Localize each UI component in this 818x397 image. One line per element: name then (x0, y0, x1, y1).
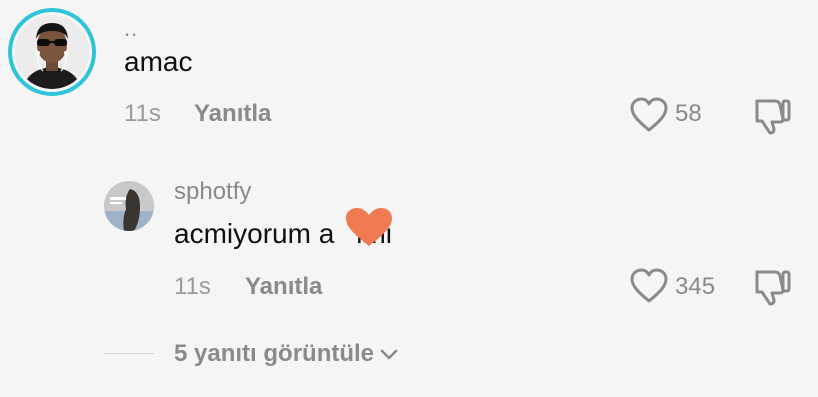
comment-text: amac (124, 46, 193, 77)
avatar-photo (15, 15, 89, 89)
heart-outline-icon[interactable] (630, 97, 668, 138)
heart-outline-icon[interactable] (630, 268, 668, 309)
reply-time: 11s (174, 273, 211, 300)
view-replies-button[interactable]: 5 yanıtı görüntüle (174, 340, 398, 368)
comment-time: 11s (124, 100, 161, 127)
thumbs-down-icon[interactable] (753, 97, 793, 140)
comment-username[interactable]: .. (124, 16, 138, 42)
reply-username[interactable]: sphotfy (174, 178, 251, 206)
thumbs-down-icon[interactable] (753, 268, 793, 311)
reply-like-count: 345 (675, 273, 716, 300)
reply-avatar[interactable] (104, 181, 154, 231)
view-replies-label: 5 yanıtı görüntüle (174, 340, 375, 367)
avatar-ring[interactable] (8, 8, 96, 96)
comment-like-count: 58 (675, 100, 702, 127)
replies-divider (104, 353, 154, 354)
reply-text-start: acmiyorum a (174, 218, 335, 249)
reply-reply-button[interactable]: Yanıtla (245, 273, 322, 301)
chevron-down-icon (380, 340, 398, 368)
comment-reply-button[interactable]: Yanıtla (194, 100, 271, 128)
avatar (15, 15, 89, 89)
avatar-ring-gap (12, 12, 92, 92)
reply-avatar-photo (104, 181, 154, 231)
heart-sticker-icon (344, 206, 394, 253)
